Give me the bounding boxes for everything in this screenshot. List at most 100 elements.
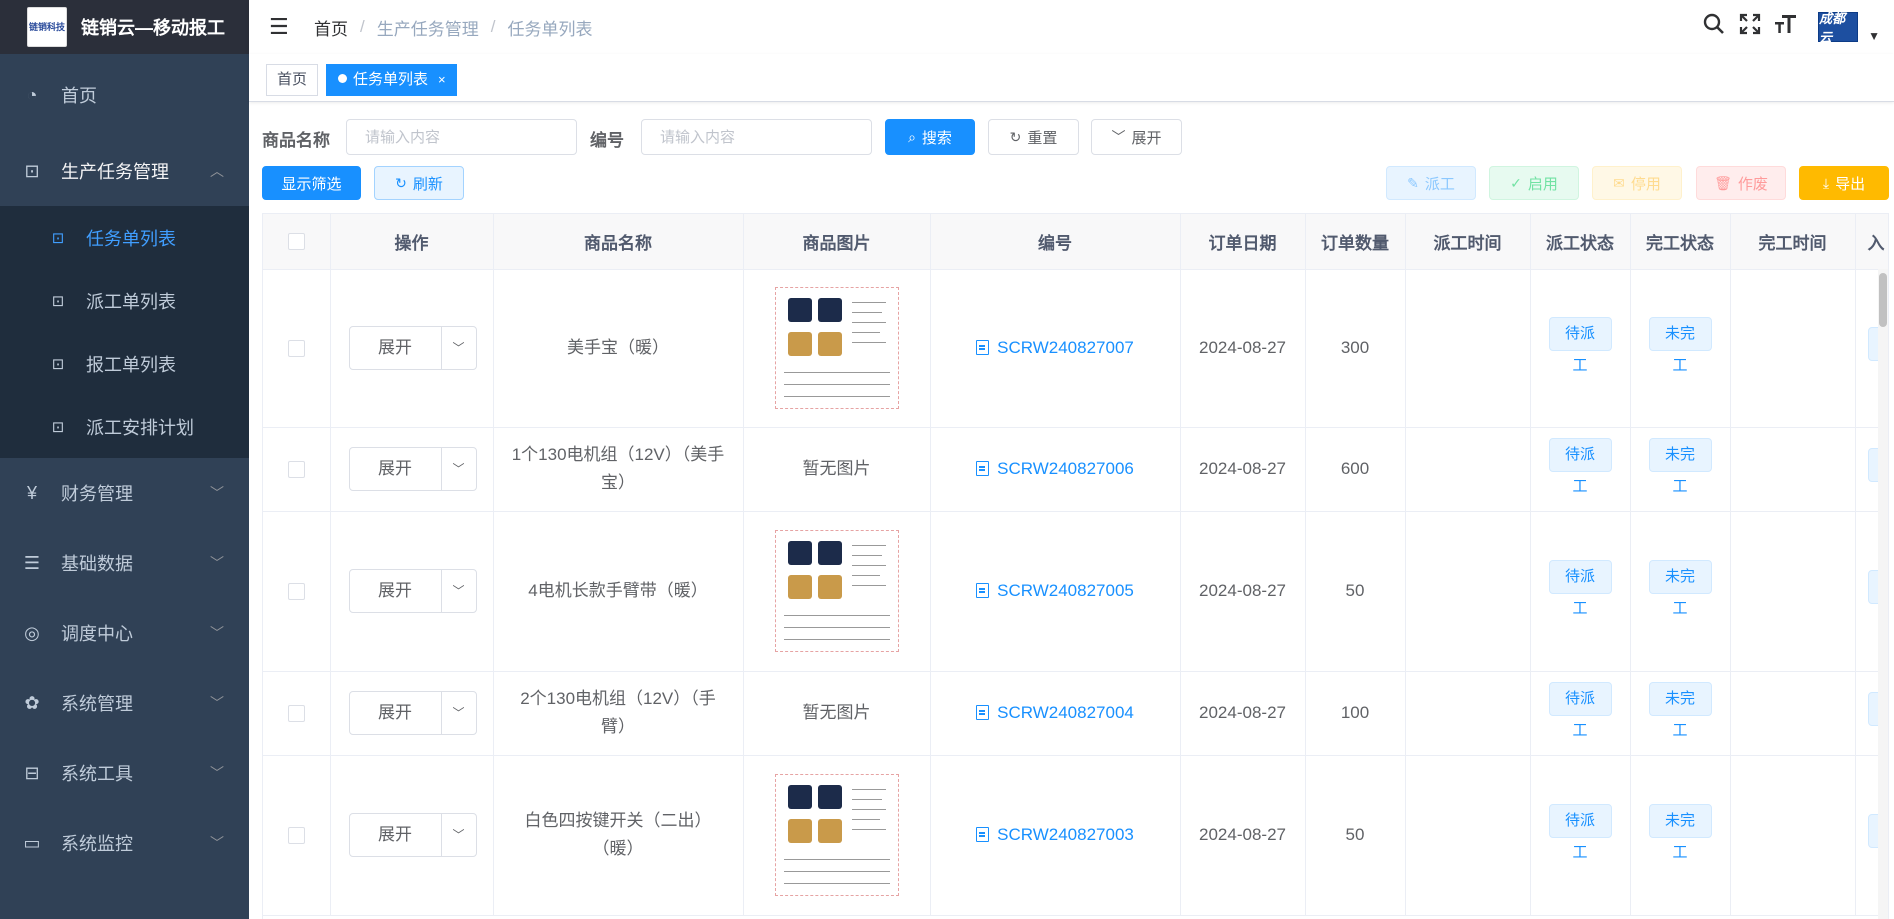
chevron-down-icon: ﹀: [210, 835, 224, 851]
sidebar-item-home[interactable]: ◔ 首页: [0, 54, 249, 136]
row-checkbox[interactable]: [287, 583, 305, 601]
close-icon[interactable]: ×: [438, 72, 446, 87]
product-image-cell: 暂无图片: [743, 427, 931, 512]
row-checkbox[interactable]: [287, 705, 305, 723]
expand-split-button: 展开 ﹀: [348, 326, 477, 370]
code-link[interactable]: SCRW240827007: [976, 338, 1134, 357]
order-qty-cell: 300: [1305, 269, 1406, 428]
row-checkbox[interactable]: [287, 827, 305, 845]
order-date-cell: 2024-08-27: [1180, 269, 1306, 428]
select-all-checkbox[interactable]: [287, 233, 305, 251]
dashboard-icon: ◔: [26, 84, 38, 105]
row-select-cell: [263, 269, 331, 428]
product-image[interactable]: [774, 530, 899, 652]
check-circle-icon: ◎: [24, 622, 40, 643]
sidebar-item-report-list[interactable]: ⊡ 报工单列表: [0, 332, 249, 395]
expand-button[interactable]: 展开: [350, 692, 442, 734]
row-checkbox[interactable]: [287, 461, 305, 479]
chevron-down-icon[interactable]: ﹀: [442, 814, 476, 856]
sidebar-item-production[interactable]: ⊡ 生产任务管理 ︿: [0, 136, 249, 206]
code-input[interactable]: [641, 119, 872, 155]
chevron-down-icon: ﹀: [210, 765, 224, 781]
chevron-down-icon[interactable]: ﹀: [442, 327, 476, 369]
refresh-icon: ↻: [1009, 128, 1022, 145]
production-submenu: ⊡ 任务单列表 ⊡ 派工单列表 ⊡ 报工单列表 ⊡ 派工安排计划: [0, 206, 249, 458]
sidebar-item-task-list[interactable]: ⊡ 任务单列表: [0, 206, 249, 269]
sidebar-item-dispatch-plan[interactable]: ⊡ 派工安排计划: [0, 395, 249, 458]
finish-time-cell: [1730, 755, 1856, 916]
reset-button[interactable]: ↻ 重置: [988, 119, 1079, 155]
product-image-cell: [743, 511, 931, 672]
expand-button[interactable]: 展开: [350, 327, 442, 369]
disable-button[interactable]: ✉ 停用: [1592, 166, 1682, 200]
dispatch-button[interactable]: ✎ 派工: [1386, 166, 1476, 200]
sidebar-item-finance[interactable]: ¥ 财务管理 ﹀: [0, 458, 249, 528]
code-link[interactable]: SCRW240827005: [976, 581, 1134, 600]
show-filter-button[interactable]: 显示筛选: [262, 166, 361, 200]
enable-button[interactable]: ✓ 启用: [1489, 166, 1579, 200]
chevron-down-icon: ﹀: [210, 695, 224, 711]
expand-button[interactable]: 展开: [350, 570, 442, 612]
expand-split-button: 展开 ﹀: [348, 813, 477, 857]
expand-button[interactable]: 展开: [350, 814, 442, 856]
check-icon: ✓: [1510, 174, 1522, 191]
breadcrumb-production: 生产任务管理: [376, 19, 479, 39]
sidebar-item-basic-data[interactable]: ☰ 基础数据 ﹀: [0, 528, 249, 598]
fullscreen-icon[interactable]: [1732, 13, 1768, 41]
chevron-down-icon[interactable]: ﹀: [442, 570, 476, 612]
order-date-cell: 2024-08-27: [1180, 511, 1306, 672]
document-icon: [976, 461, 990, 476]
product-name-input[interactable]: [346, 119, 577, 155]
sidebar-item-system[interactable]: ✿ 系统管理 ﹀: [0, 668, 249, 738]
dispatch-status-cell: 待派工: [1530, 427, 1631, 512]
breadcrumb-home[interactable]: 首页: [314, 15, 348, 40]
task-table: 操作 商品名称 商品图片 编号 订单日期 订单数量 派工时间 派工状态 完工状态…: [262, 213, 1889, 919]
dispatch-time-cell: [1405, 755, 1531, 916]
code-link[interactable]: SCRW240827003: [976, 825, 1134, 844]
finish-time-cell: [1730, 269, 1856, 428]
search-icon[interactable]: [1696, 13, 1732, 41]
hamburger-icon[interactable]: ☰: [269, 14, 291, 40]
chevron-down-icon: ﹀: [210, 625, 224, 641]
finish-status-cell: 未完工: [1630, 671, 1731, 756]
sidebar-item-tools[interactable]: ⊟ 系统工具 ﹀: [0, 738, 249, 808]
row-checkbox[interactable]: [287, 340, 305, 358]
product-image[interactable]: [774, 287, 899, 409]
void-button[interactable]: 🗑 作废: [1696, 166, 1786, 200]
table-scrollbar[interactable]: [1878, 269, 1888, 919]
yen-icon: ¥: [26, 482, 37, 503]
sidebar-item-dispatch-list[interactable]: ⊡ 派工单列表: [0, 269, 249, 332]
expand-search-button[interactable]: ﹀ 展开: [1091, 119, 1182, 155]
chevron-down-icon[interactable]: ﹀: [442, 692, 476, 734]
expand-button[interactable]: 展开: [350, 448, 442, 490]
search-button[interactable]: ⌕ 搜索: [885, 119, 975, 155]
tag-home[interactable]: 首页: [266, 64, 319, 96]
monitor-icon: ▭: [23, 832, 41, 853]
code-link[interactable]: SCRW240827004: [976, 703, 1134, 722]
sidebar-item-monitor[interactable]: ▭ 系统监控 ﹀: [0, 808, 249, 878]
caret-down-icon[interactable]: ▼: [1868, 29, 1880, 43]
refresh-icon: ↻: [395, 174, 407, 191]
export-button[interactable]: ⤓ 导出: [1799, 166, 1889, 200]
row-action-cell: 展开 ﹀: [330, 269, 494, 428]
col-header: 派工时间: [1405, 214, 1531, 270]
avatar[interactable]: 成都云: [1818, 11, 1859, 45]
document-icon: [976, 827, 990, 842]
tag-task-list[interactable]: 任务单列表 ×: [326, 64, 457, 96]
finish-status-cell: 未完工: [1630, 427, 1731, 512]
product-image-cell: [743, 269, 931, 428]
code-link[interactable]: SCRW240827006: [976, 459, 1134, 478]
product-image-cell: 暂无图片: [743, 671, 931, 756]
chevron-down-icon[interactable]: ﹀: [442, 448, 476, 490]
row-action-cell: 展开 ﹀: [330, 755, 494, 916]
code-label: 编号: [590, 131, 624, 150]
logo-bar[interactable]: 链销科技 链销云—移动报工: [0, 0, 249, 54]
product-image-cell: [743, 755, 931, 916]
sidebar-item-scheduler[interactable]: ◎ 调度中心 ﹀: [0, 598, 249, 668]
row-select-cell: [263, 511, 331, 672]
scrollbar-thumb[interactable]: [1879, 273, 1887, 327]
order-date-cell: 2024-08-27: [1180, 427, 1306, 512]
refresh-button[interactable]: ↻ 刷新: [374, 166, 464, 200]
product-image[interactable]: [774, 774, 899, 896]
font-size-icon[interactable]: [1768, 13, 1804, 41]
